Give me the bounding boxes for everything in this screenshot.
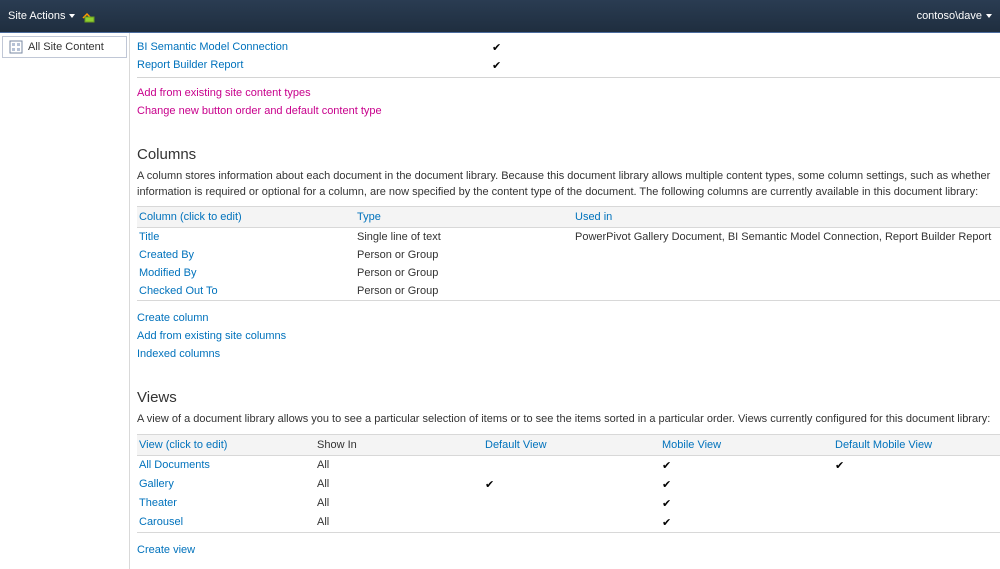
checkmark-icon: ✔ — [492, 59, 501, 72]
divider — [137, 77, 1000, 78]
view-default — [483, 455, 660, 475]
caret-down-icon — [69, 14, 75, 18]
views-section-title: Views — [137, 389, 1000, 406]
table-row: Theater All ✔ — [137, 494, 1000, 513]
column-type: Person or Group — [355, 264, 573, 282]
columns-header-type: Type — [355, 207, 573, 228]
left-sidebar: All Site Content — [0, 33, 130, 569]
views-header-mobile: Mobile View — [660, 434, 833, 455]
view-mobile: ✔ — [660, 494, 833, 513]
content-type-row: BI Semantic Model Connection ✔ — [137, 38, 1000, 56]
view-showin: All — [315, 513, 483, 533]
sidebar-item-label: All Site Content — [28, 41, 104, 53]
add-content-type-link[interactable]: Add from existing site content types — [137, 84, 1000, 102]
view-defmobile — [833, 513, 1000, 533]
view-mobile: ✔ — [660, 513, 833, 533]
views-actions: Create view — [137, 541, 1000, 559]
column-used-in: PowerPivot Gallery Document, BI Semantic… — [573, 228, 1000, 247]
column-used-in — [573, 282, 1000, 301]
views-table: View (click to edit) Show In Default Vie… — [137, 434, 1000, 533]
table-row: Carousel All ✔ — [137, 513, 1000, 533]
column-type: Single line of text — [355, 228, 573, 247]
columns-header-name: Column (click to edit) — [137, 207, 355, 228]
column-used-in — [573, 246, 1000, 264]
content-types-list: BI Semantic Model Connection ✔ Report Bu… — [137, 38, 1000, 74]
all-content-icon — [9, 40, 23, 54]
table-row: Modified By Person or Group — [137, 264, 1000, 282]
content-type-link[interactable]: BI Semantic Model Connection — [137, 41, 492, 53]
content-type-actions: Add from existing site content types Cha… — [137, 84, 1000, 120]
view-defmobile: ✔ — [833, 455, 1000, 475]
column-name-link[interactable]: Checked Out To — [139, 285, 218, 297]
checkmark-icon: ✔ — [485, 479, 494, 491]
content-type-row: Report Builder Report ✔ — [137, 56, 1000, 74]
column-name-link[interactable]: Title — [139, 231, 159, 243]
view-mobile: ✔ — [660, 455, 833, 475]
view-defmobile — [833, 494, 1000, 513]
columns-header-used: Used in — [573, 207, 1000, 228]
column-type: Person or Group — [355, 282, 573, 301]
main-content: BI Semantic Model Connection ✔ Report Bu… — [130, 33, 1000, 569]
indexed-columns-link[interactable]: Indexed columns — [137, 345, 1000, 363]
table-row: GalleryAll✔✔ — [137, 475, 1000, 494]
site-actions-menu[interactable]: Site Actions — [8, 10, 75, 22]
checkmark-icon: ✔ — [662, 479, 671, 491]
navigate-up-icon[interactable] — [81, 8, 97, 24]
view-default — [483, 494, 660, 513]
columns-table: Column (click to edit) Type Used in Titl… — [137, 206, 1000, 301]
table-row: Created By Person or Group — [137, 246, 1000, 264]
columns-actions: Create column Add from existing site col… — [137, 309, 1000, 363]
column-name-link[interactable]: Modified By — [139, 267, 196, 279]
checkmark-icon: ✔ — [492, 41, 501, 54]
table-row: Checked Out To Person or Group — [137, 282, 1000, 301]
views-header-defmobile: Default Mobile View — [833, 434, 1000, 455]
view-mobile: ✔ — [660, 475, 833, 494]
views-section-desc: A view of a document library allows you … — [137, 412, 1000, 427]
table-row: All Documents All ✔ ✔ — [137, 455, 1000, 475]
column-used-in — [573, 264, 1000, 282]
checkmark-icon: ✔ — [662, 460, 671, 472]
ribbon-topbar: Site Actions contoso\dave — [0, 0, 1000, 33]
view-name-link[interactable]: Carousel — [139, 516, 183, 528]
views-header-showin: Show In — [315, 434, 483, 455]
user-menu[interactable]: contoso\dave — [917, 10, 992, 22]
column-type: Person or Group — [355, 246, 573, 264]
view-name-link[interactable]: All Documents — [139, 459, 210, 471]
site-actions-label: Site Actions — [8, 10, 65, 22]
view-showin: All — [315, 475, 483, 494]
views-header-view: View (click to edit) — [137, 434, 315, 455]
columns-section-title: Columns — [137, 146, 1000, 163]
view-default: ✔ — [483, 475, 660, 494]
add-existing-columns-link[interactable]: Add from existing site columns — [137, 327, 1000, 345]
view-name-link[interactable]: Theater — [139, 497, 177, 509]
view-showin: All — [315, 455, 483, 475]
sidebar-item-all-site-content[interactable]: All Site Content — [2, 36, 127, 58]
topbar-left: Site Actions — [8, 8, 97, 24]
create-view-link[interactable]: Create view — [137, 541, 1000, 559]
checkmark-icon: ✔ — [662, 498, 671, 510]
view-defmobile — [833, 475, 1000, 494]
checkmark-icon: ✔ — [662, 517, 671, 529]
column-name-link[interactable]: Created By — [139, 249, 194, 261]
table-row: Title Single line of text PowerPivot Gal… — [137, 228, 1000, 247]
view-showin: All — [315, 494, 483, 513]
view-default — [483, 513, 660, 533]
view-name-link[interactable]: Gallery — [139, 478, 174, 490]
create-column-link[interactable]: Create column — [137, 309, 1000, 327]
content-type-link[interactable]: Report Builder Report — [137, 59, 492, 71]
change-button-order-link[interactable]: Change new button order and default cont… — [137, 102, 1000, 120]
user-label: contoso\dave — [917, 10, 982, 22]
caret-down-icon — [986, 14, 992, 18]
columns-section-desc: A column stores information about each d… — [137, 169, 1000, 200]
checkmark-icon: ✔ — [835, 460, 844, 472]
views-header-default: Default View — [483, 434, 660, 455]
